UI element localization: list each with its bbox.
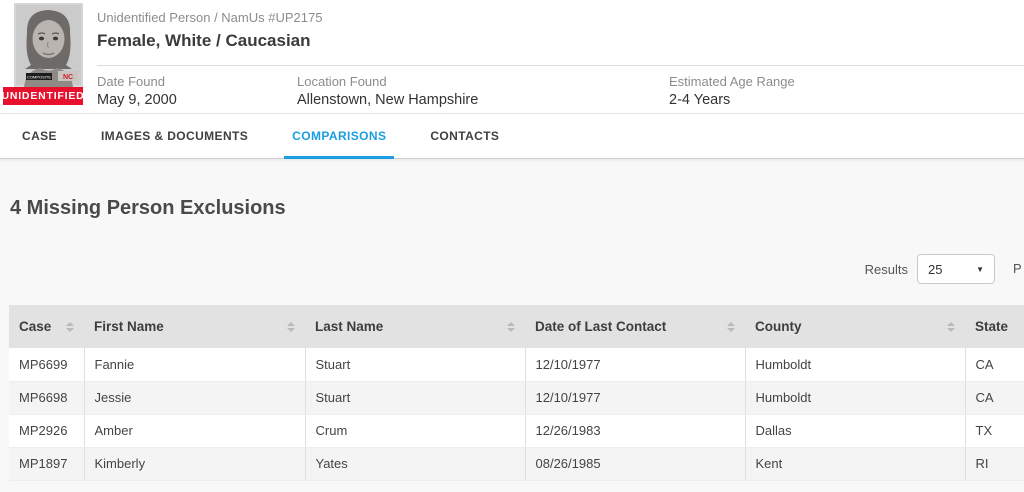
cell-state: CA [964,381,1024,415]
tab-case[interactable]: CASE [0,114,79,158]
column-header-date-of-last-contact[interactable]: Date of Last Contact [525,305,745,348]
cell-date-of-last-contact: 12/10/1977 [524,381,745,415]
case-photo[interactable]: COMPOSITE NC [14,3,83,87]
cell-last-name: Stuart [304,348,525,382]
cell-case-id[interactable]: MP6699 [9,348,84,382]
sort-icon[interactable] [727,321,735,332]
cell-county: Dallas [744,414,965,448]
field-location-found: Location Found Allenstown, New Hampshire [297,74,669,108]
column-header-case[interactable]: Case [9,305,84,348]
table-row[interactable]: MP1897 Kimberly Yates 08/26/1985 Kent RI [9,447,1024,481]
cell-last-name: Crum [304,414,525,448]
results-selected-value: 25 [928,261,943,277]
sort-icon[interactable] [947,321,955,332]
sort-icon[interactable] [287,321,295,332]
cell-case-id[interactable]: MP2926 [9,414,84,448]
cell-county: Humboldt [744,381,965,415]
tab-contacts[interactable]: CONTACTS [408,114,521,158]
case-summary-fields: Date Found May 9, 2000 Location Found Al… [97,66,1024,108]
table-row[interactable]: MP6699 Fannie Stuart 12/10/1977 Humboldt… [9,348,1024,382]
column-header-county[interactable]: County [745,305,965,348]
column-header-first-name[interactable]: First Name [84,305,305,348]
results-label: Results [864,261,908,277]
case-header: COMPOSITE NC UNIDENTIFIED Unidentified P… [0,0,1024,113]
cell-date-of-last-contact: 12/26/1983 [524,414,745,448]
cell-case-id[interactable]: MP6698 [9,381,84,415]
chevron-down-icon: ▼ [976,264,984,274]
pagination-label-clipped: P [1013,261,1022,276]
field-estimated-age-range: Estimated Age Range 2-4 Years [669,74,795,108]
cell-county: Kent [744,447,965,481]
field-value: Allenstown, New Hampshire [297,92,479,108]
field-date-found: Date Found May 9, 2000 [97,74,297,108]
cell-county: Humboldt [744,348,965,382]
column-header-last-name[interactable]: Last Name [305,305,525,348]
field-label: Date Found [97,74,165,89]
cell-state: TX [964,414,1024,448]
composite-chip-label: COMPOSITE [27,74,51,79]
cell-date-of-last-contact: 12/10/1977 [524,348,745,382]
cell-first-name: Amber [83,414,305,448]
results-bar: Results 25 ▼ P [0,254,1024,284]
column-header-state[interactable]: State [965,305,1024,348]
composite-portrait-image: COMPOSITE NC [14,3,83,87]
cell-state: CA [964,348,1024,382]
cell-first-name: Jessie [83,381,305,415]
cell-last-name: Yates [304,447,525,481]
results-per-page-select[interactable]: 25 ▼ [917,254,995,284]
cell-date-of-last-contact: 08/26/1985 [524,447,745,481]
field-value: May 9, 2000 [97,92,177,108]
field-value: 2-4 Years [669,92,731,108]
cell-first-name: Fannie [83,348,305,382]
tab-bar: CASE IMAGES & DOCUMENTS COMPARISONS CONT… [0,113,1024,159]
status-badge: UNIDENTIFIED [1,87,84,105]
cell-first-name: Kimberly [83,447,305,481]
comparisons-panel: 4 Missing Person Exclusions Results 25 ▼… [0,197,1024,481]
sort-icon[interactable] [66,321,74,332]
tab-images-documents[interactable]: IMAGES & DOCUMENTS [79,114,270,158]
sort-icon[interactable] [507,321,515,332]
section-heading: 4 Missing Person Exclusions [10,197,286,219]
table-row[interactable]: MP2926 Amber Crum 12/26/1983 Dallas TX [9,414,1024,448]
table-header-row: Case First Name Last Name Date of Last C… [9,305,1024,348]
breadcrumb: Unidentified Person / NamUs #UP2175 [97,10,323,25]
missing-person-exclusions-table: Case First Name Last Name Date of Last C… [9,305,1024,481]
tab-comparisons[interactable]: COMPARISONS [270,114,408,159]
svg-text:NC: NC [63,74,73,81]
cell-state: RI [964,447,1024,481]
field-label: Estimated Age Range [669,74,795,89]
field-label: Location Found [297,74,387,89]
cell-case-id[interactable]: MP1897 [9,447,84,481]
page-title: Female, White / Caucasian [97,31,1024,66]
table-row[interactable]: MP6698 Jessie Stuart 12/10/1977 Humboldt… [9,381,1024,415]
cell-last-name: Stuart [304,381,525,415]
